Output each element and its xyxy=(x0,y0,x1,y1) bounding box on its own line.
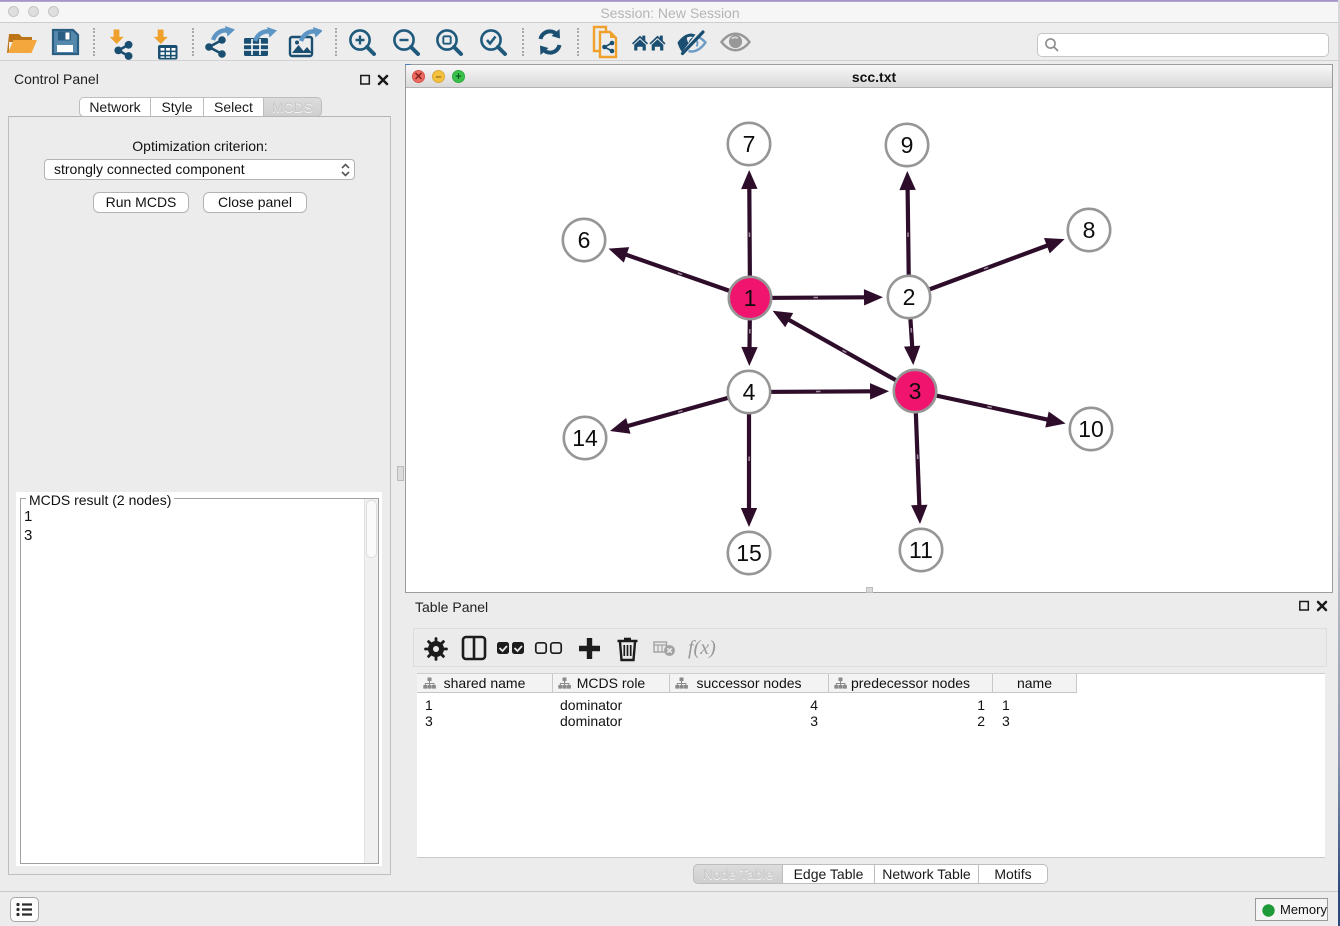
svg-text:6: 6 xyxy=(578,227,591,253)
svg-text:4: 4 xyxy=(743,379,756,405)
svg-text:10: 10 xyxy=(1078,416,1104,442)
svg-text:11: 11 xyxy=(909,537,933,563)
svg-text:1: 1 xyxy=(744,285,757,311)
svg-text:7: 7 xyxy=(743,131,756,157)
svg-text:2: 2 xyxy=(903,284,916,310)
svg-text:8: 8 xyxy=(1083,217,1096,243)
svg-text:9: 9 xyxy=(901,132,914,158)
svg-text:3: 3 xyxy=(909,378,922,404)
svg-text:15: 15 xyxy=(736,540,762,566)
svg-text:14: 14 xyxy=(572,425,598,451)
